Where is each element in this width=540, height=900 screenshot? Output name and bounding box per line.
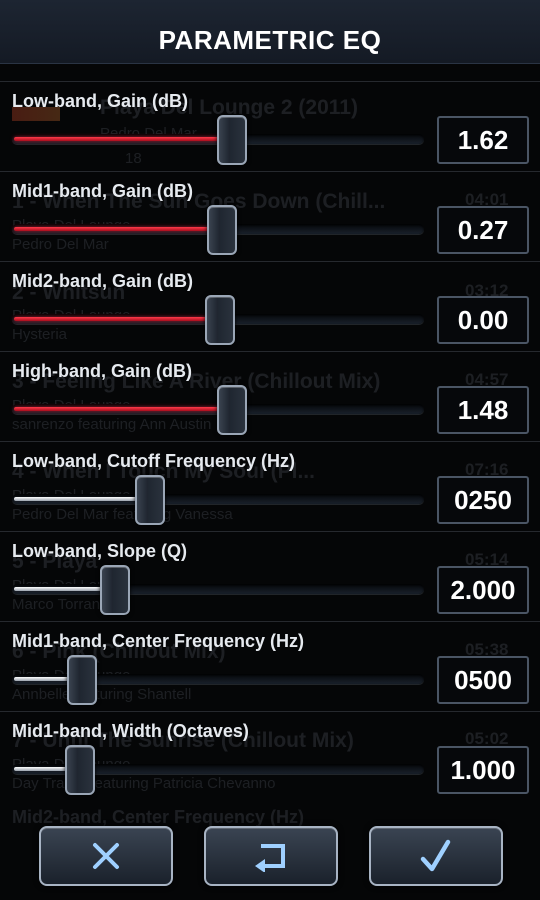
confirm-button[interactable] bbox=[369, 826, 503, 886]
band-label: Low-band, Gain (dB) bbox=[12, 91, 188, 111]
band-row: Mid1-band, Gain (dB) 0.27 bbox=[0, 171, 540, 261]
slider-thumb[interactable] bbox=[205, 295, 235, 345]
slider-fill bbox=[14, 677, 74, 681]
band-slider[interactable] bbox=[12, 385, 424, 435]
band-slider[interactable] bbox=[12, 115, 424, 165]
band-row: High-band, Gain (dB) 1.48 bbox=[0, 351, 540, 441]
slider-thumb[interactable] bbox=[99, 565, 130, 615]
band-label: Mid2-band, Gain (dB) bbox=[12, 271, 193, 291]
band-slider[interactable] bbox=[12, 295, 424, 345]
band-slider[interactable] bbox=[12, 565, 424, 615]
band-label: Mid1-band, Center Frequency (Hz) bbox=[12, 631, 305, 651]
check-icon bbox=[420, 839, 451, 872]
slider-fill bbox=[14, 497, 142, 501]
band-value: 1.000 bbox=[437, 746, 529, 794]
undo-icon bbox=[255, 844, 285, 872]
cancel-button[interactable] bbox=[39, 826, 173, 886]
slider-thumb[interactable] bbox=[217, 385, 248, 435]
band-label: High-band, Gain (dB) bbox=[12, 361, 192, 381]
band-row: Mid1-band, Width (Octaves) 1.000 bbox=[0, 711, 540, 801]
band-value: 2.000 bbox=[437, 566, 529, 614]
band-slider[interactable] bbox=[12, 205, 424, 255]
slider-fill bbox=[14, 317, 212, 321]
bg-next-band-label: Mid2-band, Center Frequency (Hz) bbox=[12, 807, 305, 827]
band-row: Mid1-band, Center Frequency (Hz) 0500 bbox=[0, 621, 540, 711]
band-label: Low-band, Cutoff Frequency (Hz) bbox=[12, 451, 295, 471]
page-title: PARAMETRIC EQ bbox=[158, 25, 382, 55]
slider-thumb[interactable] bbox=[64, 745, 95, 795]
slider-track bbox=[12, 494, 424, 504]
band-label: Mid1-band, Gain (dB) bbox=[12, 181, 193, 201]
band-label: Mid1-band, Width (Octaves) bbox=[12, 721, 249, 741]
band-row: Low-band, Cutoff Frequency (Hz) 0250 bbox=[0, 441, 540, 531]
band-value: 1.62 bbox=[437, 116, 529, 164]
band-row: Low-band, Slope (Q) 2.000 bbox=[0, 531, 540, 621]
band-value: 0500 bbox=[437, 656, 529, 704]
slider-fill bbox=[14, 227, 215, 231]
band-row: Mid2-band, Gain (dB) 0.00 bbox=[0, 261, 540, 351]
slider-fill bbox=[14, 407, 225, 411]
band-slider[interactable] bbox=[12, 475, 424, 525]
reset-button[interactable] bbox=[204, 826, 338, 886]
slider-fill bbox=[14, 587, 107, 591]
band-slider[interactable] bbox=[12, 655, 424, 705]
slider-thumb[interactable] bbox=[217, 115, 248, 165]
close-icon bbox=[93, 843, 119, 869]
band-value: 0.00 bbox=[437, 296, 529, 344]
slider-fill bbox=[14, 767, 72, 771]
band-value: 0.27 bbox=[437, 206, 529, 254]
title-bar: PARAMETRIC EQ bbox=[0, 0, 540, 64]
band-slider[interactable] bbox=[12, 745, 424, 795]
slider-thumb[interactable] bbox=[66, 655, 97, 705]
slider-fill bbox=[14, 137, 225, 141]
band-value: 1.48 bbox=[437, 386, 529, 434]
band-label: Low-band, Slope (Q) bbox=[12, 541, 187, 561]
band-value: 0250 bbox=[437, 476, 529, 524]
band-row: Low-band, Gain (dB) 1.62 bbox=[0, 81, 540, 171]
slider-thumb[interactable] bbox=[134, 475, 165, 525]
slider-thumb[interactable] bbox=[207, 205, 238, 255]
slider-track bbox=[12, 584, 424, 594]
